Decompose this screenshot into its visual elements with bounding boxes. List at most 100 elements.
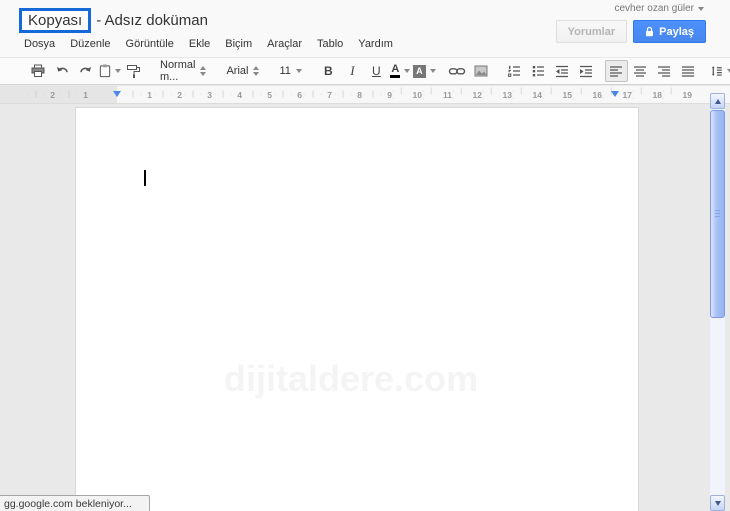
menu-item[interactable]: Tablo	[317, 38, 343, 50]
font-size-dropdown[interactable]: 11	[274, 60, 306, 82]
align-left-icon	[610, 63, 623, 79]
menu-item[interactable]: Biçim	[225, 38, 252, 50]
updown-icon	[200, 66, 207, 76]
google-docs-window: cevher ozan güler Kopyası - Adsız doküma…	[0, 0, 730, 511]
styles-dropdown[interactable]: Normal m...	[155, 59, 211, 83]
ruler-mark: 19	[662, 88, 692, 102]
font-dropdown[interactable]: Arial	[221, 60, 264, 82]
print-button[interactable]	[26, 60, 49, 82]
ruler-mark: 15	[542, 88, 572, 102]
redo-button[interactable]	[74, 60, 97, 82]
ruler-mark: 6	[272, 90, 302, 100]
text-cursor	[144, 170, 146, 186]
arrow-up-icon	[714, 98, 721, 104]
comments-button[interactable]: Yorumlar	[555, 20, 628, 43]
align-right-button[interactable]	[653, 60, 676, 82]
share-button[interactable]: Paylaş	[633, 20, 706, 43]
menu-item[interactable]: Dosya	[24, 38, 55, 50]
chevron-down-icon	[115, 69, 121, 73]
ruler-mark: 11	[422, 88, 452, 102]
undo-icon	[56, 67, 70, 79]
printer-icon	[30, 63, 46, 79]
menu-item[interactable]: Araçlar	[267, 38, 302, 50]
lock-icon	[646, 26, 654, 37]
underline-button[interactable]: U	[365, 60, 388, 82]
ruler-mark: 2	[22, 90, 55, 100]
clipboard-icon	[98, 64, 112, 79]
ruler-mark: 9	[362, 90, 392, 100]
numbered-list-button[interactable]	[503, 60, 526, 82]
browser-status-text: gg.google.com bekleniyor...	[0, 495, 150, 511]
ruler-mark: 12	[452, 88, 482, 102]
indent-icon	[580, 63, 593, 79]
text-color-icon: A	[390, 64, 401, 78]
line-spacing-button[interactable]	[710, 60, 730, 82]
decrease-indent-button[interactable]	[551, 60, 574, 82]
ruler-left-band: 21	[22, 86, 88, 103]
highlight-icon: A	[412, 64, 426, 78]
ruler-mark: 5	[242, 90, 272, 100]
ruler-mark: 7	[302, 90, 332, 100]
bold-label: B	[324, 64, 333, 78]
menu-item[interactable]: Yardım	[358, 38, 393, 50]
header: cevher ozan güler Kopyası - Adsız doküma…	[0, 0, 730, 57]
chevron-down-icon	[295, 69, 302, 73]
bold-button[interactable]: B	[317, 60, 340, 82]
increase-indent-button[interactable]	[575, 60, 598, 82]
menu-item[interactable]: Ekle	[189, 38, 210, 50]
bulleted-list-icon	[533, 66, 545, 77]
text-color-button[interactable]: A	[389, 60, 412, 82]
insert-link-button[interactable]	[446, 60, 469, 82]
menu-bar: Dosya Düzenle Görüntüle Ekle Biçim Araçlar Tab…	[24, 38, 393, 50]
menu-item[interactable]: Görüntüle	[126, 38, 174, 50]
align-right-icon	[658, 63, 671, 79]
paint-roller-icon	[126, 63, 142, 78]
align-center-button[interactable]	[629, 60, 652, 82]
highlight-color-button[interactable]: A	[412, 60, 436, 82]
right-margin-marker[interactable]	[611, 91, 619, 97]
font-value: Arial	[226, 65, 249, 77]
watermark: dijitaldere.com	[224, 358, 479, 399]
scroll-down-button[interactable]	[710, 495, 725, 511]
chevron-down-icon	[404, 69, 411, 73]
account-name: cevher ozan güler	[614, 3, 695, 14]
header-buttons: Yorumlar Paylaş	[555, 20, 706, 43]
undo-button[interactable]	[50, 60, 73, 82]
insert-image-button[interactable]	[470, 60, 493, 82]
title-highlight-annotation: Kopyası	[19, 8, 92, 33]
paint-format-button[interactable]	[122, 60, 145, 82]
italic-button[interactable]: I	[341, 60, 364, 82]
document-canvas: dijitaldere.com	[0, 105, 730, 511]
document-title[interactable]: Kopyası - Adsız doküman	[19, 8, 208, 33]
chevron-down-icon	[698, 6, 704, 11]
scrollbar-thumb[interactable]	[710, 110, 725, 318]
web-clipboard-button[interactable]	[98, 60, 121, 82]
share-label: Paylaş	[659, 25, 694, 38]
styles-value: Normal m...	[160, 59, 196, 83]
ruler: 21 12345678910111213141516171819	[0, 86, 730, 104]
ruler-mark: 16	[572, 88, 602, 102]
align-justify-icon	[682, 63, 695, 79]
left-margin-marker[interactable]	[113, 91, 121, 97]
updown-icon	[253, 66, 260, 76]
ruler-mark: 18	[632, 88, 662, 102]
document-page[interactable]: dijitaldere.com	[75, 107, 639, 511]
align-left-button[interactable]	[604, 60, 628, 82]
ruler-mark: 10	[392, 88, 422, 102]
ruler-mark: 1	[122, 90, 152, 100]
redo-icon	[78, 67, 91, 79]
ruler-mark: 8	[332, 90, 362, 100]
ruler-mark: 4	[212, 90, 242, 100]
ruler-mark: 2	[152, 90, 182, 100]
ruler-mark: 3	[182, 90, 212, 100]
numbered-list-icon	[506, 65, 521, 79]
menu-item[interactable]: Düzenle	[70, 38, 110, 50]
title-rest: - Adsız doküman	[96, 12, 208, 29]
scroll-up-button[interactable]	[710, 93, 725, 109]
vertical-scrollbar[interactable]	[710, 93, 725, 511]
account-menu[interactable]: cevher ozan güler	[614, 3, 704, 14]
align-justify-button[interactable]	[677, 60, 700, 82]
align-center-icon	[634, 63, 647, 79]
bulleted-list-button[interactable]	[527, 60, 550, 82]
italic-label: I	[350, 63, 355, 78]
